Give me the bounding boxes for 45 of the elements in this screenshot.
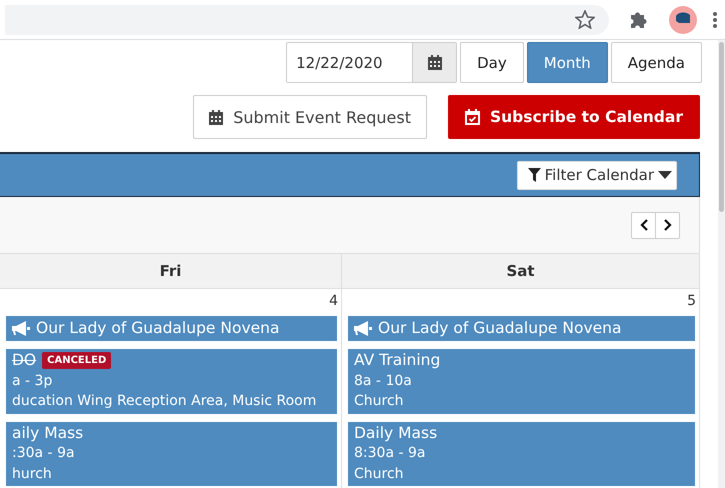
megaphone-icon — [12, 320, 30, 336]
submit-event-button[interactable]: Submit Event Request — [193, 95, 427, 139]
announcement-event[interactable]: Our Lady of Guadalupe Novena — [6, 316, 337, 341]
event-card[interactable]: DO CANCELED a - 3p ducation Wing Reception Area, Music Room — [6, 349, 337, 414]
filter-calendar-button[interactable]: Filter Calendar — [516, 160, 677, 190]
view-tab[interactable]: Agenda — [610, 42, 702, 83]
date-picker-button[interactable] — [412, 43, 456, 82]
event-location: Church — [354, 464, 405, 484]
canceled-badge: CANCELED — [42, 352, 112, 369]
chevron-right-icon — [664, 219, 672, 231]
event-location: hurch — [12, 464, 53, 484]
calendar-check-icon — [464, 109, 480, 125]
date-field[interactable]: 12/22/2020 — [286, 42, 458, 83]
day-number: 4 — [329, 293, 338, 311]
event-card[interactable]: Daily Mass 8:30a - 9a Church — [348, 422, 695, 486]
avatar-icon[interactable] — [669, 6, 697, 34]
chevron-left-icon — [640, 219, 648, 231]
event-time: a - 3p — [12, 372, 54, 390]
scrollbar[interactable] — [718, 40, 725, 488]
puzzle-icon[interactable] — [629, 10, 649, 30]
view-tab[interactable]: Day — [460, 42, 524, 83]
event-card[interactable]: AV Training 8a - 10a Church — [348, 349, 695, 414]
event-title: Daily Mass — [354, 422, 438, 443]
event-card[interactable]: aily Mass :30a - 9a hurch — [6, 422, 337, 486]
view-tab[interactable]: Month — [526, 42, 608, 83]
megaphone-icon — [354, 320, 372, 336]
event-location: ducation Wing Reception Area, Music Room — [12, 392, 318, 411]
star-icon[interactable] — [575, 10, 595, 29]
event-time: 8:30a - 9a — [354, 444, 426, 463]
day-header: Fri — [160, 262, 182, 280]
event-time: :30a - 9a — [12, 444, 76, 463]
calendar-icon — [209, 110, 224, 124]
event-title: DO — [12, 350, 36, 370]
event-title: aily Mass — [12, 422, 84, 443]
filter-icon — [528, 168, 541, 182]
calendar-icon — [428, 55, 442, 70]
event-title: AV Training — [354, 350, 440, 370]
day-number: 5 — [687, 293, 696, 311]
event-time: 8a - 10a — [354, 372, 413, 390]
event-location: Church — [354, 392, 405, 411]
day-header: Sat — [506, 262, 535, 280]
subscribe-button[interactable]: Subscribe to Calendar — [448, 95, 700, 139]
menu-icon[interactable] — [713, 12, 717, 28]
announcement-event[interactable]: Our Lady of Guadalupe Novena — [348, 316, 695, 341]
caret-icon — [658, 171, 672, 179]
